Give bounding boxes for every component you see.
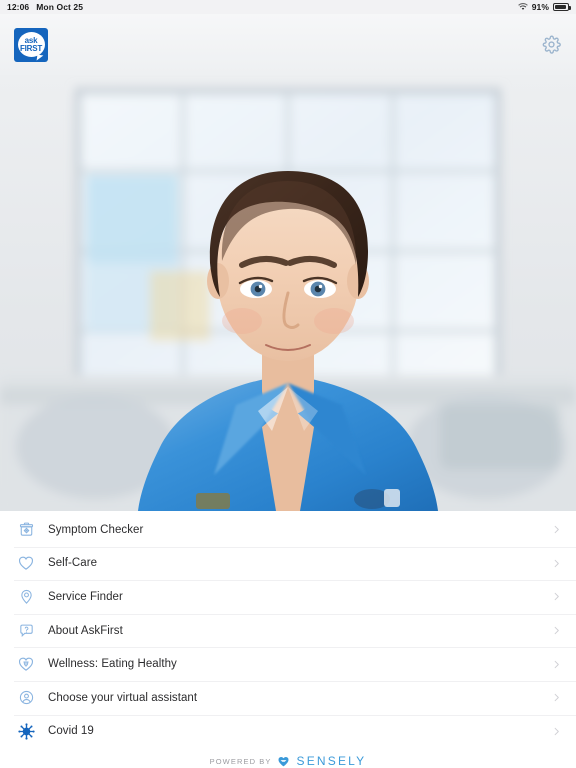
gear-icon[interactable] (540, 34, 562, 56)
status-date: Mon Oct 25 (36, 2, 84, 12)
menu-item-wellness-eating-healthy[interactable]: Wellness: Eating Healthy (0, 647, 576, 681)
powered-by-label: POWERED BY (209, 756, 272, 766)
heart-cup-icon (14, 655, 38, 673)
logo-line-2: FIRST (19, 43, 43, 53)
chevron-right-icon (550, 625, 562, 636)
menu-item-self-care[interactable]: Self-Care (0, 546, 576, 581)
chevron-right-icon (550, 692, 562, 703)
sensely-heart-icon (277, 755, 290, 768)
menu-item-about-askfirst[interactable]: About AskFirst (0, 613, 576, 648)
logo-speech-bubble: ask FIRST (17, 32, 45, 57)
menu-item-label: Service Finder (48, 590, 123, 603)
battery-percent: 91% (531, 2, 549, 12)
status-bar: 12:06 Mon Oct 25 91% (0, 0, 576, 14)
menu-item-choose-virtual-assistant[interactable]: Choose your virtual assistant (0, 680, 576, 715)
menu-item-label: Choose your virtual assistant (48, 691, 198, 704)
chevron-right-icon (550, 726, 562, 737)
chevron-right-icon (550, 591, 562, 602)
menu-list: Symptom Checker Self-Care Service Finder… (0, 511, 576, 749)
heart-icon (14, 554, 38, 572)
virus-icon (14, 723, 38, 740)
menu-item-label: Self-Care (48, 557, 98, 570)
status-bar-left: 12:06 Mon Oct 25 (7, 2, 83, 12)
status-time: 12:06 (7, 2, 30, 12)
menu-item-label: About AskFirst (48, 624, 123, 637)
powered-by-footer: POWERED BY SENSELY (0, 748, 576, 768)
sensely-brand-label: SENSELY (296, 754, 367, 768)
question-bubble-icon (14, 622, 38, 639)
menu-item-symptom-checker[interactable]: Symptom Checker (0, 513, 576, 547)
menu-item-label: Covid 19 (48, 725, 94, 738)
person-circle-icon (14, 689, 38, 706)
menu-item-covid-19[interactable]: Covid 19 (0, 714, 576, 749)
map-pin-icon (14, 588, 38, 605)
app-root: 12:06 Mon Oct 25 91% ask FIRST Symptom C… (0, 0, 576, 768)
chevron-right-icon (550, 524, 562, 535)
hero-illustration (0, 75, 576, 511)
status-bar-right: 91% (517, 2, 571, 12)
menu-item-label: Symptom Checker (48, 523, 144, 536)
medical-bag-icon (14, 521, 38, 538)
app-header: ask FIRST (0, 14, 576, 75)
chevron-right-icon (550, 558, 562, 569)
battery-icon (553, 3, 571, 11)
hero-avatar-photo (0, 75, 576, 511)
askfirst-logo: ask FIRST (14, 27, 48, 62)
chevron-right-icon (550, 659, 562, 670)
menu-item-service-finder[interactable]: Service Finder (0, 580, 576, 614)
menu-item-label: Wellness: Eating Healthy (48, 658, 177, 671)
wifi-icon (517, 3, 528, 11)
